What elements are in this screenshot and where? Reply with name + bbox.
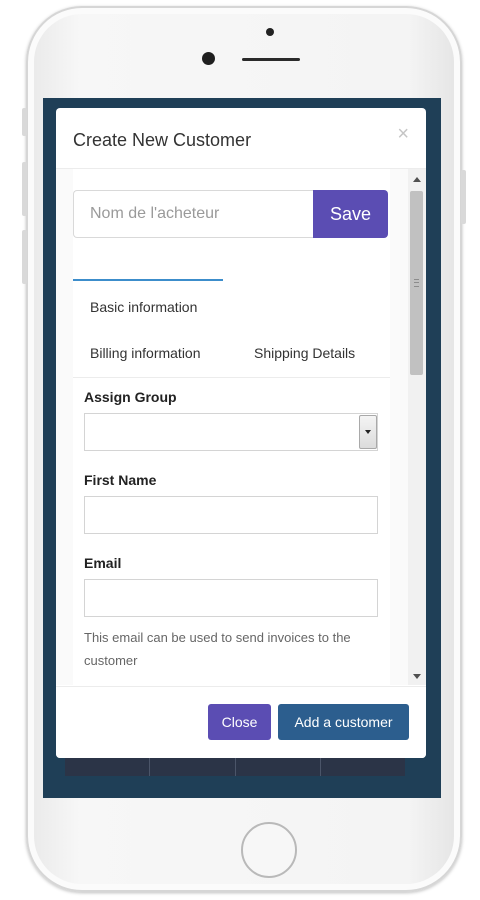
- tab-shipping-details[interactable]: Shipping Details: [254, 345, 355, 361]
- email-field[interactable]: [84, 579, 378, 617]
- front-camera: [202, 52, 215, 65]
- scroll-down-icon[interactable]: [413, 674, 421, 679]
- tab-basic-information[interactable]: Basic information: [73, 279, 223, 329]
- home-button[interactable]: [241, 822, 297, 878]
- create-customer-modal: Create New Customer × Save Basic informa…: [56, 108, 426, 758]
- buyer-name-input[interactable]: [73, 190, 313, 238]
- modal-scrollbar[interactable]: [408, 169, 426, 685]
- scrollbar-thumb[interactable]: [410, 191, 423, 375]
- customer-tabs: Basic information Billing information Sh…: [73, 279, 390, 378]
- dropdown-arrow-icon[interactable]: [359, 415, 377, 449]
- modal-body: Save Basic information Billing informati…: [56, 169, 408, 685]
- volume-down-button: [22, 230, 27, 284]
- volume-up-button: [22, 162, 27, 216]
- assign-group-select[interactable]: [84, 413, 378, 451]
- email-help-text: This email can be used to send invoices …: [84, 630, 351, 668]
- assign-group-label: Assign Group: [84, 389, 177, 405]
- buyer-name-group: Save: [73, 190, 388, 238]
- email-label: Email: [84, 555, 122, 571]
- close-icon[interactable]: ×: [397, 124, 409, 144]
- tab-billing-information[interactable]: Billing information: [90, 345, 201, 361]
- speaker-grille: [242, 58, 300, 61]
- save-button[interactable]: Save: [313, 190, 388, 238]
- camera-dot: [266, 28, 274, 36]
- power-button: [461, 170, 466, 224]
- first-name-label: First Name: [84, 472, 157, 488]
- modal-body-content: Save Basic information Billing informati…: [73, 169, 390, 685]
- modal-title: Create New Customer: [73, 130, 252, 150]
- scrollbar-grip: [414, 279, 419, 287]
- modal-footer: Close Add a customer: [56, 686, 426, 758]
- close-button[interactable]: Close: [208, 704, 271, 740]
- modal-header: Create New Customer ×: [56, 108, 426, 169]
- mute-switch: [22, 108, 27, 136]
- add-customer-button[interactable]: Add a customer: [278, 704, 409, 740]
- scroll-up-icon[interactable]: [413, 177, 421, 182]
- phone-screen: Create New Customer × Save Basic informa…: [43, 98, 441, 798]
- first-name-field[interactable]: [84, 496, 378, 534]
